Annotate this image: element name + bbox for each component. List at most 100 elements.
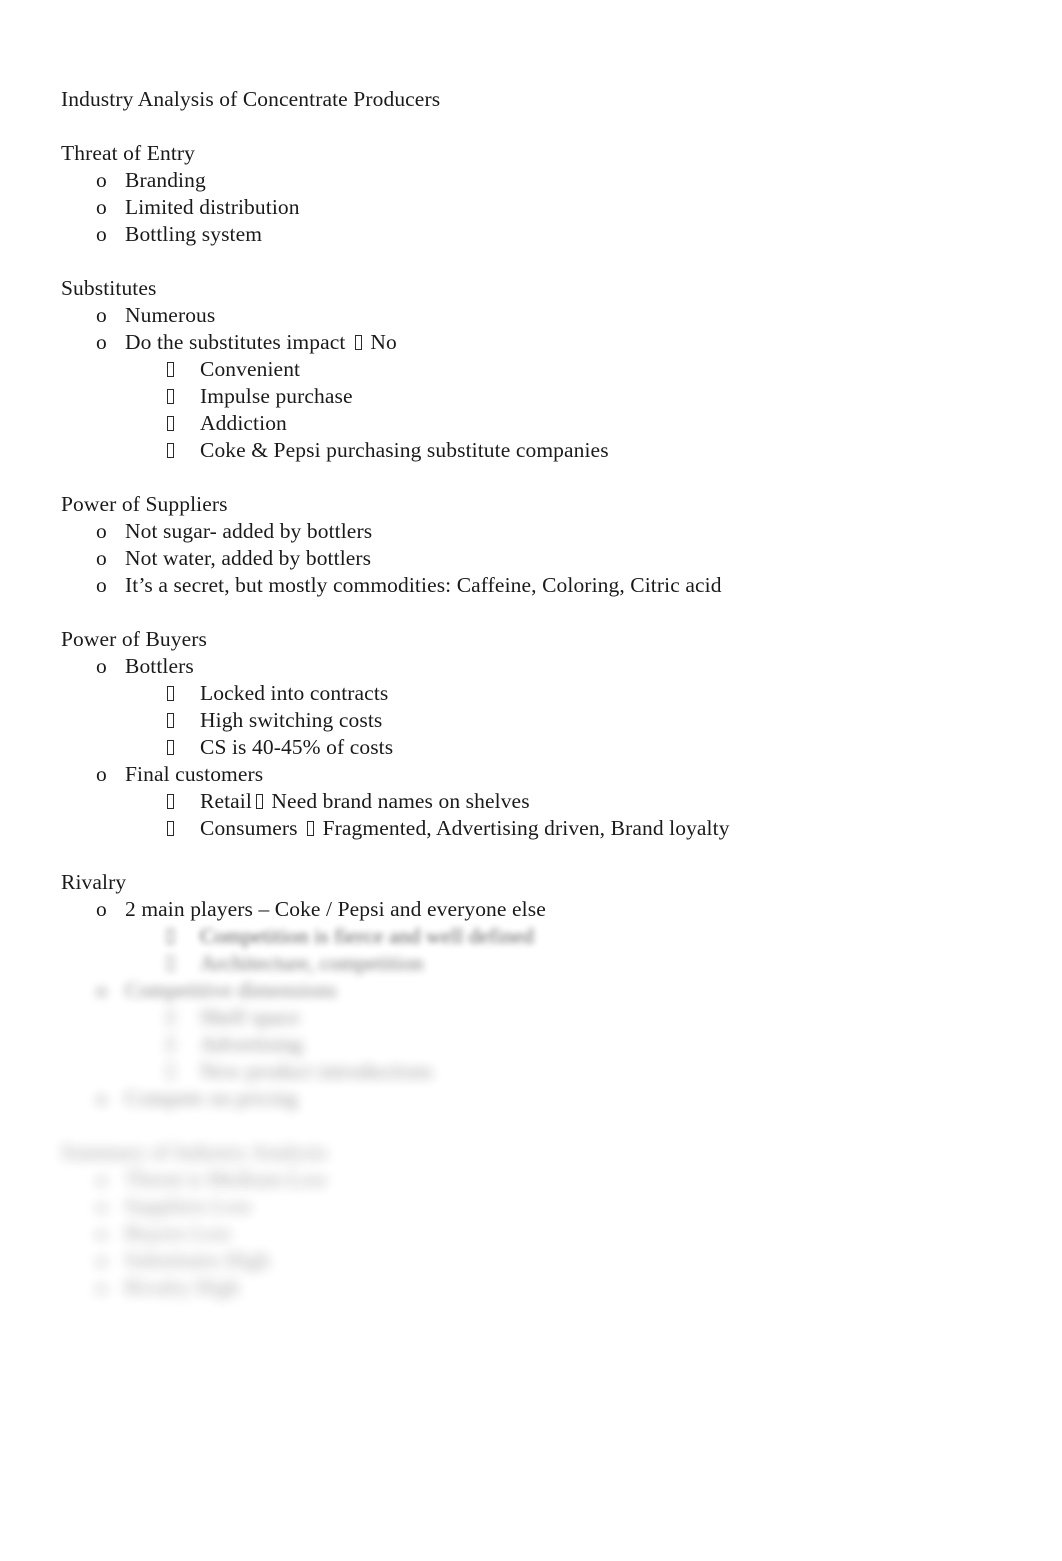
document-page: Industry Analysis of Concentrate Produce… (0, 0, 1062, 1561)
list-item-label: Numerous (125, 303, 216, 327)
section-heading-summary: Summary of Industry Analysis (61, 1140, 328, 1164)
bullet-box-marker (167, 1058, 200, 1085)
list-item-label: Compete on pricing (125, 1086, 298, 1110)
list-item-text-before: Retail (200, 789, 252, 813)
bullet-box-marker (167, 734, 200, 761)
bullet-o-marker: o (96, 1275, 107, 1299)
list-item-label: Threat is Medium-Low (125, 1167, 328, 1191)
bullet-box-marker (167, 410, 200, 437)
list-item-text-before: Do the substitutes impact (125, 330, 351, 354)
list-item: CS is 40-45% of costs (167, 734, 1001, 761)
list-item: High switching costs (167, 707, 1001, 734)
missing-glyph-box-icon (167, 362, 174, 377)
list-item: o Not water, added by bottlers (96, 545, 1001, 572)
missing-glyph-box-icon (354, 335, 362, 350)
list-item: o Bottling system (96, 221, 1001, 248)
list-item-label: Not sugar- added by bottlers (125, 519, 373, 543)
missing-glyph-box-icon (167, 740, 174, 755)
missing-glyph-box-icon (167, 443, 174, 458)
missing-glyph-box-icon (167, 686, 174, 701)
list-item-text-after: Need brand names on shelves (265, 789, 530, 813)
list-item-label: Not water, added by bottlers (125, 546, 372, 570)
missing-glyph-box-icon (167, 389, 174, 404)
list-item: o Bottlers (96, 653, 1001, 680)
missing-glyph-box-icon (167, 1010, 174, 1025)
list-item: Architecture, competition (167, 950, 1001, 977)
list-item-label: Bottling system (125, 222, 263, 246)
list-item-label: Consumers Fragmented, Advertising driven… (200, 815, 1001, 842)
list-item-label: CS is 40-45% of costs (200, 735, 394, 759)
missing-glyph-box-icon (167, 956, 174, 971)
list-item-label: Competition is fierce and well defined (200, 924, 534, 948)
list-item-label: Limited distribution (125, 195, 300, 219)
list-item-label: Coke & Pepsi purchasing substitute compa… (200, 438, 609, 462)
list-item-label: Shelf space (200, 1005, 300, 1029)
bullet-o-marker: o (96, 978, 107, 1002)
missing-glyph-box-icon (307, 821, 315, 836)
section-heading-rivalry: Rivalry (61, 870, 127, 894)
list-item-label: Do the substitutes impact No (125, 329, 1001, 356)
list-item-label: Final customers (125, 762, 264, 786)
list-item: Coke & Pepsi purchasing substitute compa… (167, 437, 1001, 464)
bullet-o-marker: o (96, 303, 107, 327)
list-item-label: Bottlers (125, 654, 194, 678)
list-item: o Numerous (96, 302, 1001, 329)
document-title: Industry Analysis of Concentrate Produce… (61, 87, 441, 111)
list-item: Advertising (167, 1031, 1001, 1058)
list-item: o Threat is Medium-Low (96, 1166, 1001, 1193)
list-item-label: It’s a secret, but mostly commodities: C… (125, 573, 722, 597)
missing-glyph-box-icon (167, 821, 174, 836)
list-item-label: Advertising (200, 1032, 303, 1056)
list-item: Retail Need brand names on shelves (167, 788, 1001, 815)
bullet-o-marker: o (96, 222, 107, 246)
document-body: Industry Analysis of Concentrate Produce… (61, 86, 1001, 1301)
list-item: o Substitutes High (96, 1247, 1001, 1274)
list-item-label: Buyers Low (125, 1221, 232, 1245)
section-heading-power-of-buyers: Power of Buyers (61, 627, 208, 651)
list-item-label: Substitutes High (125, 1248, 270, 1272)
list-item: Convenient (167, 356, 1001, 383)
bullet-o-marker: o (96, 1167, 107, 1191)
list-item: o Rivalry High (96, 1274, 1001, 1301)
list-item-label: New product introductions (200, 1059, 433, 1083)
list-item: o Limited distribution (96, 194, 1001, 221)
list-item-label: Rivalry High (125, 1275, 240, 1299)
bullet-box-marker (167, 383, 200, 410)
missing-glyph-box-icon (167, 713, 174, 728)
list-item: o Buyers Low (96, 1220, 1001, 1247)
bullet-box-marker (167, 437, 200, 464)
list-item-label: Architecture, competition (200, 951, 424, 975)
list-item-label: High switching costs (200, 708, 383, 732)
list-item: Locked into contracts (167, 680, 1001, 707)
list-item: Shelf space (167, 1004, 1001, 1031)
list-item: o Not sugar- added by bottlers (96, 518, 1001, 545)
list-item: o Competitive dimensions (96, 977, 1001, 1004)
bullet-o-marker: o (96, 546, 107, 570)
bullet-o-marker: o (96, 1248, 107, 1272)
list-item-text-after: Fragmented, Advertising driven, Brand lo… (317, 816, 730, 840)
list-item-label: Convenient (200, 357, 301, 381)
bullet-box-marker (167, 788, 200, 815)
bullet-o-marker: o (96, 1194, 107, 1218)
list-item: o Do the substitutes impact No (96, 329, 1001, 356)
bullet-box-marker (167, 680, 200, 707)
bullet-o-marker: o (96, 573, 107, 597)
bullet-o-marker: o (96, 1221, 107, 1245)
missing-glyph-box-icon (255, 794, 263, 809)
bullet-o-marker: o (96, 195, 107, 219)
missing-glyph-box-icon (167, 929, 174, 944)
list-item: o Suppliers Low (96, 1193, 1001, 1220)
bullet-box-marker (167, 815, 200, 842)
bullet-box-marker (167, 707, 200, 734)
section-heading-power-of-suppliers: Power of Suppliers (61, 492, 228, 516)
bullet-o-marker: o (96, 330, 107, 354)
list-item-label: Retail Need brand names on shelves (200, 788, 1001, 815)
list-item: Addiction (167, 410, 1001, 437)
bullet-o-marker: o (96, 654, 107, 678)
